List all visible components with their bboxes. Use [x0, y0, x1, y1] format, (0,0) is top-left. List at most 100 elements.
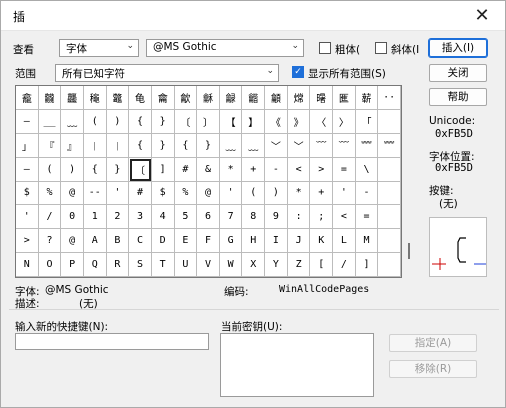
symbol-cell[interactable]: 』: [61, 133, 84, 158]
symbol-cell[interactable]: *: [219, 157, 243, 182]
symbol-cell[interactable]: [378, 109, 401, 134]
symbol-cell[interactable]: 龠: [151, 86, 175, 110]
symbol-cell[interactable]: —: [16, 157, 39, 182]
symbol-cell[interactable]: 〔: [129, 157, 152, 182]
symbol-cell[interactable]: 龣: [219, 86, 243, 110]
symbol-cell[interactable]: I: [265, 229, 288, 254]
symbol-cell[interactable]: {: [174, 133, 198, 158]
symbol-cell[interactable]: H: [242, 229, 266, 254]
symbol-cell[interactable]: __: [38, 109, 62, 134]
symbol-cell[interactable]: /: [333, 253, 356, 277]
symbol-cell[interactable]: J: [287, 229, 311, 254]
symbol-cell[interactable]: C: [129, 229, 152, 254]
symbol-cell[interactable]: @: [61, 229, 84, 254]
symbol-cell[interactable]: 龕: [16, 86, 39, 110]
symbol-cell[interactable]: 龤: [242, 86, 266, 110]
symbol-cell[interactable]: -: [265, 157, 288, 182]
symbol-cell[interactable]: N: [16, 253, 39, 277]
symbol-cell[interactable]: 龞: [106, 86, 130, 110]
symbol-cell[interactable]: [: [310, 253, 334, 277]
symbol-cell[interactable]: [378, 253, 401, 277]
symbol-cell[interactable]: ﹀: [287, 133, 311, 158]
symbol-cell[interactable]: [378, 229, 401, 254]
symbol-cell[interactable]: &: [197, 157, 220, 182]
symbol-cell[interactable]: 】: [242, 109, 266, 134]
symbol-cell[interactable]: #: [174, 157, 198, 182]
close-icon[interactable]: ✕: [465, 3, 499, 29]
symbol-cell[interactable]: S: [129, 253, 152, 277]
symbol-cell[interactable]: X: [242, 253, 266, 277]
symbol-cell[interactable]: {: [129, 133, 152, 158]
symbol-cell[interactable]: %: [174, 181, 198, 206]
symbol-cell[interactable]: :: [287, 205, 311, 230]
symbol-cell[interactable]: {: [83, 157, 107, 182]
symbol-cell[interactable]: =: [355, 205, 379, 230]
symbol-cell[interactable]: 0: [61, 205, 84, 230]
symbol-cell[interactable]: -: [355, 181, 379, 206]
symbol-cell[interactable]: Z: [287, 253, 311, 277]
symbol-cell[interactable]: $: [151, 181, 175, 206]
assign-button[interactable]: 指定(A): [389, 334, 477, 352]
symbol-cell[interactable]: <: [287, 157, 311, 182]
symbol-cell[interactable]: +: [242, 157, 266, 182]
symbol-cell[interactable]: <: [333, 205, 356, 230]
symbol-cell[interactable]: 7: [219, 205, 243, 230]
symbol-cell[interactable]: 6: [197, 205, 220, 230]
symbol-cell[interactable]: ): [265, 181, 288, 206]
symbol-cell[interactable]: $: [16, 181, 39, 206]
current-keys-list[interactable]: [220, 333, 374, 397]
symbol-cell[interactable]: ﹌: [355, 133, 379, 158]
symbol-cell[interactable]: 龦: [287, 86, 311, 110]
symbol-cell[interactable]: 5: [174, 205, 198, 230]
symbol-cell[interactable]: 2: [106, 205, 130, 230]
symbol-cell[interactable]: 》: [287, 109, 311, 134]
symbol-cell[interactable]: ﹀: [265, 133, 288, 158]
help-button[interactable]: 帮助: [429, 88, 487, 106]
symbol-cell[interactable]: }: [151, 109, 175, 134]
remove-button[interactable]: 移除(R): [389, 360, 477, 378]
symbol-cell[interactable]: *: [287, 181, 311, 206]
symbol-cell[interactable]: ﹋: [310, 133, 334, 158]
symbol-cell[interactable]: 」: [16, 133, 39, 158]
show-all-checkbox[interactable]: ✓: [292, 66, 304, 78]
symbol-cell[interactable]: Q: [83, 253, 107, 277]
symbol-cell[interactable]: 4: [151, 205, 175, 230]
symbol-cell[interactable]: >: [16, 229, 39, 254]
symbol-cell[interactable]: 「: [355, 109, 379, 134]
symbol-cell[interactable]: [378, 205, 401, 230]
symbol-cell[interactable]: M: [355, 229, 379, 254]
range-select[interactable]: 所有已知字符 ⌄: [55, 64, 279, 82]
symbol-cell[interactable]: ': [219, 181, 243, 206]
symbol-cell[interactable]: [378, 181, 401, 206]
symbol-cell[interactable]: T: [151, 253, 175, 277]
symbol-cell[interactable]: ]: [151, 157, 175, 182]
symbol-cell[interactable]: R: [106, 253, 130, 277]
symbol-cell[interactable]: 9: [265, 205, 288, 230]
symbol-cell[interactable]: 龡: [174, 86, 198, 110]
symbol-cell[interactable]: ): [61, 157, 84, 182]
symbol-cell[interactable]: #: [129, 181, 152, 206]
symbol-cell[interactable]: 8: [242, 205, 266, 230]
symbol-cell[interactable]: 龖: [38, 86, 62, 110]
symbol-cell[interactable]: ': [333, 181, 356, 206]
font-select[interactable]: @MS Gothic ⌄: [146, 39, 304, 57]
symbol-cell[interactable]: ··: [378, 86, 401, 110]
symbol-cell[interactable]: \: [355, 157, 379, 182]
symbol-cell[interactable]: [378, 157, 401, 182]
symbol-cell[interactable]: ': [16, 205, 39, 230]
symbol-cell[interactable]: ︱: [83, 133, 107, 158]
symbol-cell[interactable]: D: [151, 229, 175, 254]
symbol-cell[interactable]: (: [83, 109, 107, 134]
symbol-cell[interactable]: A: [83, 229, 107, 254]
close-button[interactable]: 关闭: [429, 64, 487, 82]
symbol-cell[interactable]: ﹌: [378, 133, 401, 158]
symbol-cell[interactable]: }: [106, 157, 130, 182]
symbol-cell[interactable]: (: [38, 157, 62, 182]
symbol-cell[interactable]: ): [106, 109, 130, 134]
symbol-cell[interactable]: B: [106, 229, 130, 254]
symbol-cell[interactable]: ﹏: [219, 133, 243, 158]
symbol-cell[interactable]: ﹋: [333, 133, 356, 158]
italic-checkbox[interactable]: [375, 42, 387, 54]
symbol-cell[interactable]: W: [219, 253, 243, 277]
symbol-cell[interactable]: 龩: [355, 86, 379, 110]
